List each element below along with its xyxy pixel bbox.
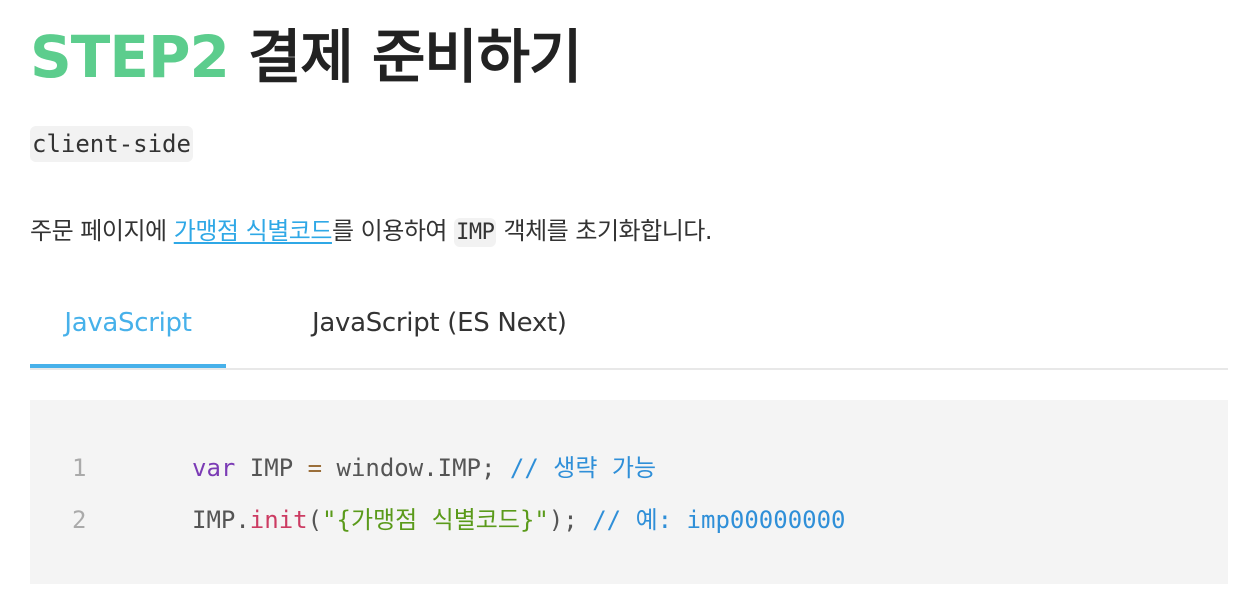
code-block: 1 var IMP = window.IMP; // 생략 가능 2 IMP.i… bbox=[30, 400, 1228, 584]
title-text: 결제 준비하기 bbox=[248, 23, 582, 91]
imp-inline-code: IMP bbox=[454, 218, 497, 247]
code-tabs: JavaScript JavaScript (ES Next) bbox=[30, 290, 1228, 370]
code-comment: // 예: imp00000000 bbox=[592, 506, 846, 534]
code-text: var IMP = window.IMP; // 생략 가능 bbox=[192, 448, 656, 488]
description-middle: 를 이용하여 bbox=[331, 217, 455, 245]
code-text: IMP.init("{가맹점 식별코드}"); // 예: imp0000000… bbox=[192, 500, 846, 540]
step-label: STEP2 bbox=[30, 23, 230, 91]
code-comment: // 생략 가능 bbox=[509, 454, 657, 482]
code-function: init bbox=[249, 506, 308, 534]
description-after: 객체를 초기화합니다. bbox=[496, 217, 713, 245]
merchant-id-link[interactable]: 가맹점 식별코드 bbox=[174, 217, 333, 245]
code-keyword: var bbox=[192, 454, 236, 482]
line-number: 2 bbox=[72, 506, 87, 534]
code-object: IMP. bbox=[192, 506, 250, 534]
code-paren-open: ( bbox=[307, 506, 323, 534]
client-side-badge: client-side bbox=[30, 126, 193, 162]
code-string: "{가맹점 식별코드}" bbox=[322, 506, 549, 534]
code-identifier: IMP bbox=[235, 454, 308, 482]
description: 주문 페이지에 가맹점 식별코드를 이용하여 IMP 객체를 초기화합니다. bbox=[30, 212, 712, 252]
tab-javascript-es-next[interactable]: JavaScript (ES Next) bbox=[312, 290, 612, 366]
tab-javascript[interactable]: JavaScript bbox=[30, 290, 226, 368]
description-before: 주문 페이지에 bbox=[30, 217, 174, 245]
code-rest: window.IMP; bbox=[322, 454, 510, 482]
code-paren-close: ); bbox=[548, 506, 593, 534]
page-title: STEP2 결제 준비하기 bbox=[30, 22, 582, 92]
code-operator: = bbox=[307, 454, 323, 482]
line-number: 1 bbox=[72, 454, 87, 482]
